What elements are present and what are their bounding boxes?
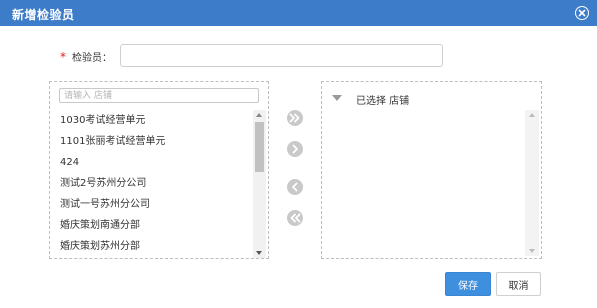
chevron-left-icon (292, 182, 298, 192)
close-icon (576, 7, 588, 19)
scroll-down-arrow-icon[interactable] (528, 249, 535, 253)
available-shops-list: 1030考试经营单元 1101张丽考试经营单元 424 测试2号苏州分公司 测试… (54, 110, 252, 258)
caret-down-icon[interactable] (332, 95, 342, 101)
chevron-right-icon (292, 144, 298, 154)
shop-search-input[interactable] (59, 88, 259, 103)
list-item[interactable]: 1030考试经营单元 (54, 110, 252, 131)
scroll-up-arrow-icon[interactable] (256, 113, 262, 117)
close-button[interactable] (575, 6, 589, 20)
scroll-up-arrow-icon[interactable] (528, 113, 535, 117)
remove-button[interactable] (287, 179, 303, 195)
list-item[interactable]: 测试一号苏州分公司 (54, 194, 252, 215)
left-scrollbar[interactable] (253, 110, 266, 258)
add-inspector-dialog: 新增检验员 * 检验员： 1030考试经营单元 1101张丽考试经营单元 424… (0, 0, 597, 308)
dialog-titlebar: 新增检验员 (0, 0, 597, 26)
selected-shops-panel: 已选择 店铺 (321, 81, 542, 259)
double-chevron-right-icon (289, 113, 300, 123)
selected-header-label: 已选择 店铺 (356, 96, 410, 107)
remove-all-button[interactable] (287, 210, 303, 226)
list-item[interactable]: 1101张丽考试经营单元 (54, 131, 252, 152)
inspector-label: 检验员： (72, 53, 112, 64)
dialog-title: 新增检验员 (12, 8, 75, 22)
list-item[interactable]: 424 (54, 152, 252, 173)
double-chevron-left-icon (290, 213, 301, 223)
list-item[interactable]: 婚庆策划南通分部 (54, 215, 252, 236)
add-all-button[interactable] (287, 110, 303, 126)
required-mark: * (60, 50, 66, 64)
available-shops-panel: 1030考试经营单元 1101张丽考试经营单元 424 测试2号苏州分公司 测试… (49, 81, 269, 259)
scroll-down-arrow-icon[interactable] (256, 251, 262, 255)
add-button[interactable] (287, 141, 303, 157)
save-button[interactable]: 保存 (445, 272, 491, 296)
scrollbar-thumb[interactable] (255, 122, 264, 172)
list-item[interactable]: 婚庆策划苏州分部 (54, 236, 252, 257)
cancel-button[interactable]: 取消 (496, 272, 541, 296)
list-item[interactable]: 测试2号苏州分公司 (54, 173, 252, 194)
inspector-input[interactable] (120, 44, 443, 67)
right-scrollbar[interactable] (525, 110, 539, 256)
